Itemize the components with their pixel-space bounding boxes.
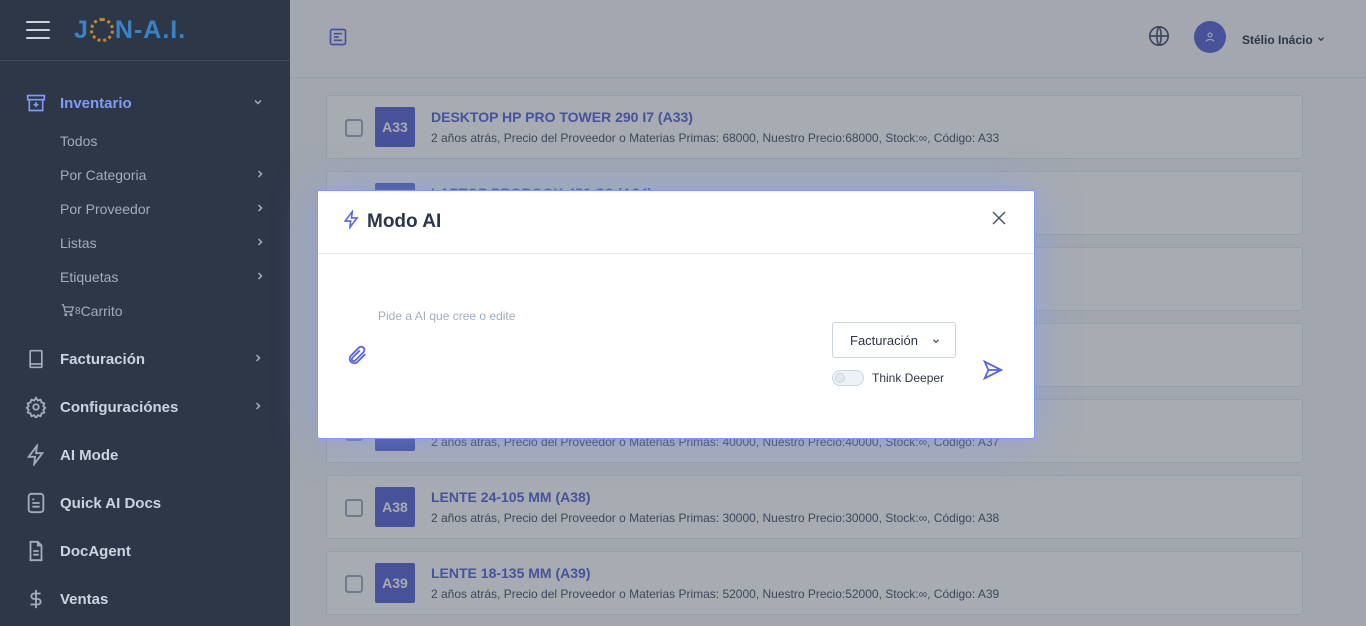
nav-item-label: Inventario [60, 94, 132, 112]
sub-item-label: Todos [60, 133, 98, 149]
logo-text-start: J [74, 15, 89, 44]
sub-item-listas[interactable]: Listas [60, 231, 270, 255]
sub-item-label: Listas [60, 235, 97, 251]
sub-item-label: Por Categoria [60, 167, 147, 183]
sub-item-todos[interactable]: Todos [60, 129, 270, 153]
ai-mode-modal: Modo AI Facturación Think Deeper [317, 190, 1035, 439]
gear-icon [24, 395, 48, 419]
nav-item-ventas[interactable]: Ventas [0, 584, 290, 614]
chevron-right-icon [254, 236, 266, 251]
modal-title: Modo AI [367, 211, 442, 232]
chevron-down-icon [252, 96, 264, 111]
nav-item-docagent[interactable]: DocAgent [0, 536, 290, 566]
file-text-icon [24, 539, 48, 563]
nav-item-label: Configuraciónes [60, 398, 179, 416]
book-icon [24, 347, 48, 371]
logo[interactable]: J N-A.I. [74, 16, 186, 45]
sub-item-por-categoria[interactable]: Por Categoria [60, 163, 270, 187]
send-icon[interactable] [982, 359, 1004, 386]
paperclip-icon[interactable] [346, 344, 368, 371]
sub-item-etiquetas[interactable]: Etiquetas [60, 265, 270, 289]
dollar-icon [24, 587, 48, 611]
sidebar-header: J N-A.I. [0, 0, 290, 61]
nav-item-configuraciones[interactable]: Configuraciónes [0, 392, 290, 422]
sub-item-label: Etiquetas [60, 269, 119, 285]
logo-text-end: N-A.I. [114, 15, 187, 44]
nav-item-facturacion[interactable]: Facturación [0, 344, 290, 374]
chevron-right-icon [254, 202, 266, 217]
sub-item-label: Carrito [80, 303, 123, 319]
nav-item-quick-ai-docs[interactable]: Quick AI Docs [0, 488, 290, 518]
mode-select-value: Facturación [850, 332, 918, 348]
archive-icon [24, 91, 48, 115]
modal-header: Modo AI [318, 191, 1034, 254]
logo-sun-icon [89, 18, 114, 42]
document-list-icon [24, 491, 48, 515]
think-deeper-label: Think Deeper [872, 371, 945, 385]
nav-item-label: DocAgent [60, 542, 131, 560]
chevron-down-icon [931, 334, 941, 349]
think-deeper-toggle[interactable] [832, 370, 864, 386]
toggle-knob [835, 373, 845, 383]
chevron-right-icon [252, 352, 264, 367]
nav-item-label: Facturación [60, 350, 146, 368]
lightning-icon [24, 443, 48, 467]
chevron-right-icon [252, 400, 264, 415]
sub-item-carrito[interactable]: 8 Carrito [60, 299, 270, 323]
close-icon[interactable] [990, 209, 1008, 232]
ai-prompt-input[interactable] [378, 301, 818, 331]
nav-item-label: AI Mode [60, 446, 119, 464]
mode-select[interactable]: Facturación [832, 322, 956, 358]
nav-item-inventario[interactable]: Inventario [0, 88, 290, 118]
chevron-right-icon [254, 168, 266, 183]
hamburger-menu-icon[interactable] [26, 21, 50, 39]
nav-item-label: Quick AI Docs [60, 494, 162, 512]
nav-item-ai-mode[interactable]: AI Mode [0, 440, 290, 470]
nav-item-label: Ventas [60, 590, 109, 608]
sub-item-por-proveedor[interactable]: Por Proveedor [60, 197, 270, 221]
cart-icon [60, 303, 75, 320]
chevron-right-icon [254, 270, 266, 285]
lightning-icon [342, 208, 361, 234]
sidebar: J N-A.I. Inventario Todos Por Categoria P… [0, 0, 290, 626]
sub-item-label: Por Proveedor [60, 201, 151, 217]
